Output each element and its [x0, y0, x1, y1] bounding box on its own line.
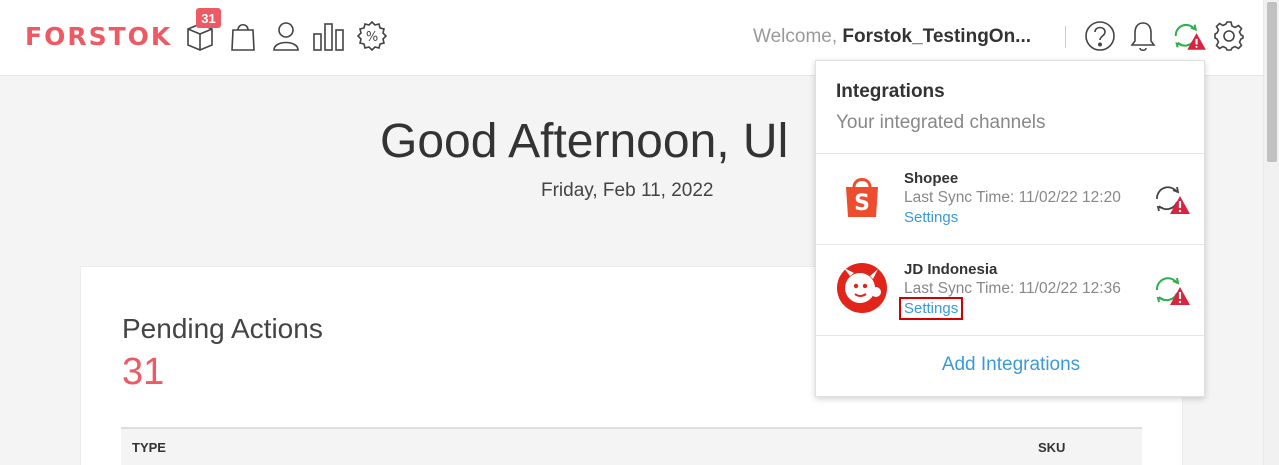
username: Forstok_TestingOn... — [842, 26, 1032, 47]
help-icon[interactable] — [1083, 18, 1117, 54]
bell-icon[interactable] — [1126, 18, 1160, 54]
greeting-heading: Good Afternoon, Ul — [380, 115, 789, 168]
integrations-dropdown: Integrations Your integrated channels S … — [815, 60, 1205, 397]
vertical-scrollbar[interactable] — [1263, 0, 1279, 465]
shopping-bag-icon[interactable] — [226, 18, 260, 54]
user-icon[interactable] — [269, 18, 303, 54]
integrations-dropdown-header: Integrations Your integrated channels — [816, 61, 1204, 154]
jd-indonesia-logo-icon — [836, 262, 888, 314]
pending-actions-count: 31 — [122, 351, 165, 393]
column-header-type[interactable]: TYPE — [132, 440, 166, 455]
integrations-title: Integrations — [836, 81, 945, 102]
svg-text:S: S — [854, 191, 870, 216]
channel-settings-link[interactable]: Settings — [898, 297, 964, 320]
channel-name: Shopee — [904, 170, 959, 187]
welcome-prefix: Welcome, — [753, 26, 838, 47]
channel-item-shopee[interactable]: S Shopee Last Sync Time: 11/02/22 12:20 … — [816, 154, 1204, 245]
current-date: Friday, Feb 11, 2022 — [541, 180, 714, 201]
channel-settings-link[interactable]: Settings — [904, 209, 958, 226]
svg-text:%: % — [366, 30, 378, 45]
channel-item-jd-indonesia[interactable]: JD Indonesia Last Sync Time: 11/02/22 12… — [816, 245, 1204, 336]
shopee-logo-icon: S — [836, 171, 888, 223]
header-divider — [1065, 26, 1066, 48]
promo-percent-icon[interactable]: % — [355, 18, 389, 54]
scrollbar-thumb[interactable] — [1267, 2, 1277, 162]
channel-name: JD Indonesia — [904, 261, 998, 278]
sync-error-icon[interactable] — [1153, 182, 1193, 216]
channel-last-sync: Last Sync Time: 11/02/22 12:20 — [904, 189, 1121, 206]
forstok-logo[interactable]: FORSTOK — [25, 22, 172, 51]
sync-warning-icon[interactable] — [1153, 273, 1193, 307]
channel-last-sync: Last Sync Time: 11/02/22 12:36 — [904, 280, 1121, 297]
bar-chart-icon[interactable] — [312, 18, 346, 54]
sync-warning-icon[interactable] — [1172, 18, 1206, 54]
pending-actions-title: Pending Actions — [122, 313, 323, 344]
welcome-message[interactable]: Welcome, Forstok_TestingOn... — [753, 26, 1048, 48]
integrations-subtitle: Your integrated channels — [836, 112, 1046, 133]
add-integrations-link[interactable]: Add Integrations — [816, 354, 1206, 376]
column-header-sku[interactable]: SKU — [1038, 440, 1065, 455]
gear-icon[interactable] — [1212, 18, 1246, 54]
pending-count-badge: 31 — [196, 8, 221, 28]
pending-actions-table-header: TYPE SKU — [121, 427, 1142, 465]
